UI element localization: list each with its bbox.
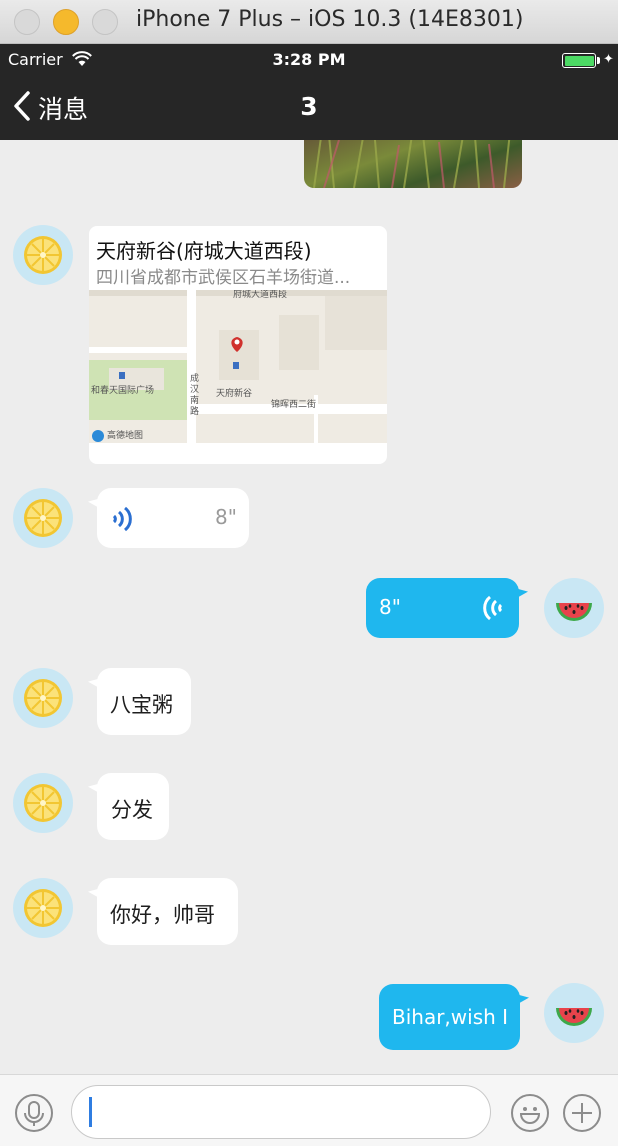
message-input[interactable] <box>71 1085 491 1139</box>
window-title: iPhone 7 Plus – iOS 10.3 (14E8301) <box>136 7 524 32</box>
lemon-avatar[interactable] <box>13 488 73 548</box>
minimize-window-button[interactable] <box>53 9 79 35</box>
image-message[interactable] <box>304 140 522 188</box>
voice-wave-icon <box>479 593 503 628</box>
battery-tip <box>597 57 600 64</box>
lemon-avatar[interactable] <box>13 668 73 728</box>
voice-message-outgoing[interactable]: 8" <box>366 578 519 638</box>
page-title: 3 <box>300 92 318 121</box>
message-text: Bihar,wish I <box>392 1005 509 1029</box>
text-message-incoming[interactable]: 你好，帅哥 <box>97 878 238 945</box>
voice-wave-icon <box>112 504 136 539</box>
map-road-label: 成汉南路 <box>190 374 200 417</box>
navigation-bar: 消息 3 <box>0 76 618 140</box>
more-actions-button[interactable] <box>563 1094 601 1132</box>
text-message-outgoing[interactable]: Bihar,wish I <box>379 984 520 1050</box>
message-text: 你好，帅哥 <box>110 903 215 927</box>
text-caret <box>89 1097 92 1127</box>
map-preview: 府城大道西段 和春天国际广场 天府新谷 成汉南路 锦晖西二街 高德地图 <box>89 290 387 443</box>
lemon-avatar[interactable] <box>13 773 73 833</box>
map-poi-label: 天府新谷 <box>216 389 253 399</box>
lemon-avatar[interactable] <box>13 878 73 938</box>
location-message[interactable]: 天府新谷(府城大道西段) 四川省成都市武侯区石羊场街道... 府城大道西段 和春… <box>89 226 387 464</box>
lemon-avatar[interactable] <box>13 225 73 285</box>
map-poi-label: 和春天国际广场 <box>91 386 155 396</box>
battery-icon <box>562 53 596 68</box>
chat-input-bar <box>0 1074 618 1146</box>
location-address: 四川省成都市武侯区石羊场街道... <box>96 268 351 288</box>
text-message-incoming[interactable]: 分发 <box>97 773 169 840</box>
zoom-window-button[interactable] <box>92 9 118 35</box>
status-time: 3:28 PM <box>272 50 346 69</box>
plus-icon <box>565 1103 599 1134</box>
voice-message-incoming[interactable]: 8" <box>97 488 249 548</box>
voice-duration: 8" <box>379 595 401 619</box>
simulator-titlebar: iPhone 7 Plus – iOS 10.3 (14E8301) <box>0 0 618 44</box>
smiley-icon <box>513 1107 547 1134</box>
emoji-button[interactable] <box>511 1094 549 1132</box>
map-street-label: 府城大道西段 <box>233 290 288 300</box>
chat-list[interactable]: 天府新谷(府城大道西段) 四川省成都市武侯区石羊场街道... 府城大道西段 和春… <box>0 140 618 1074</box>
watermelon-avatar[interactable] <box>544 578 604 638</box>
text-message-incoming[interactable]: 八宝粥 <box>97 668 191 735</box>
location-name: 天府新谷(府城大道西段) <box>96 239 312 263</box>
message-text: 分发 <box>111 798 153 822</box>
status-bar: Carrier 3:28 PM ✦ <box>0 44 618 76</box>
charging-icon: ✦ <box>603 52 614 67</box>
map-brand-label: 高德地图 <box>107 431 144 441</box>
microphone-icon <box>17 1101 51 1134</box>
close-window-button[interactable] <box>14 9 40 35</box>
voice-duration: 8" <box>215 505 237 529</box>
message-text: 八宝粥 <box>110 693 173 717</box>
voice-input-button[interactable] <box>15 1094 53 1132</box>
map-road-label: 锦晖西二街 <box>271 400 317 410</box>
watermelon-avatar[interactable] <box>544 983 604 1043</box>
